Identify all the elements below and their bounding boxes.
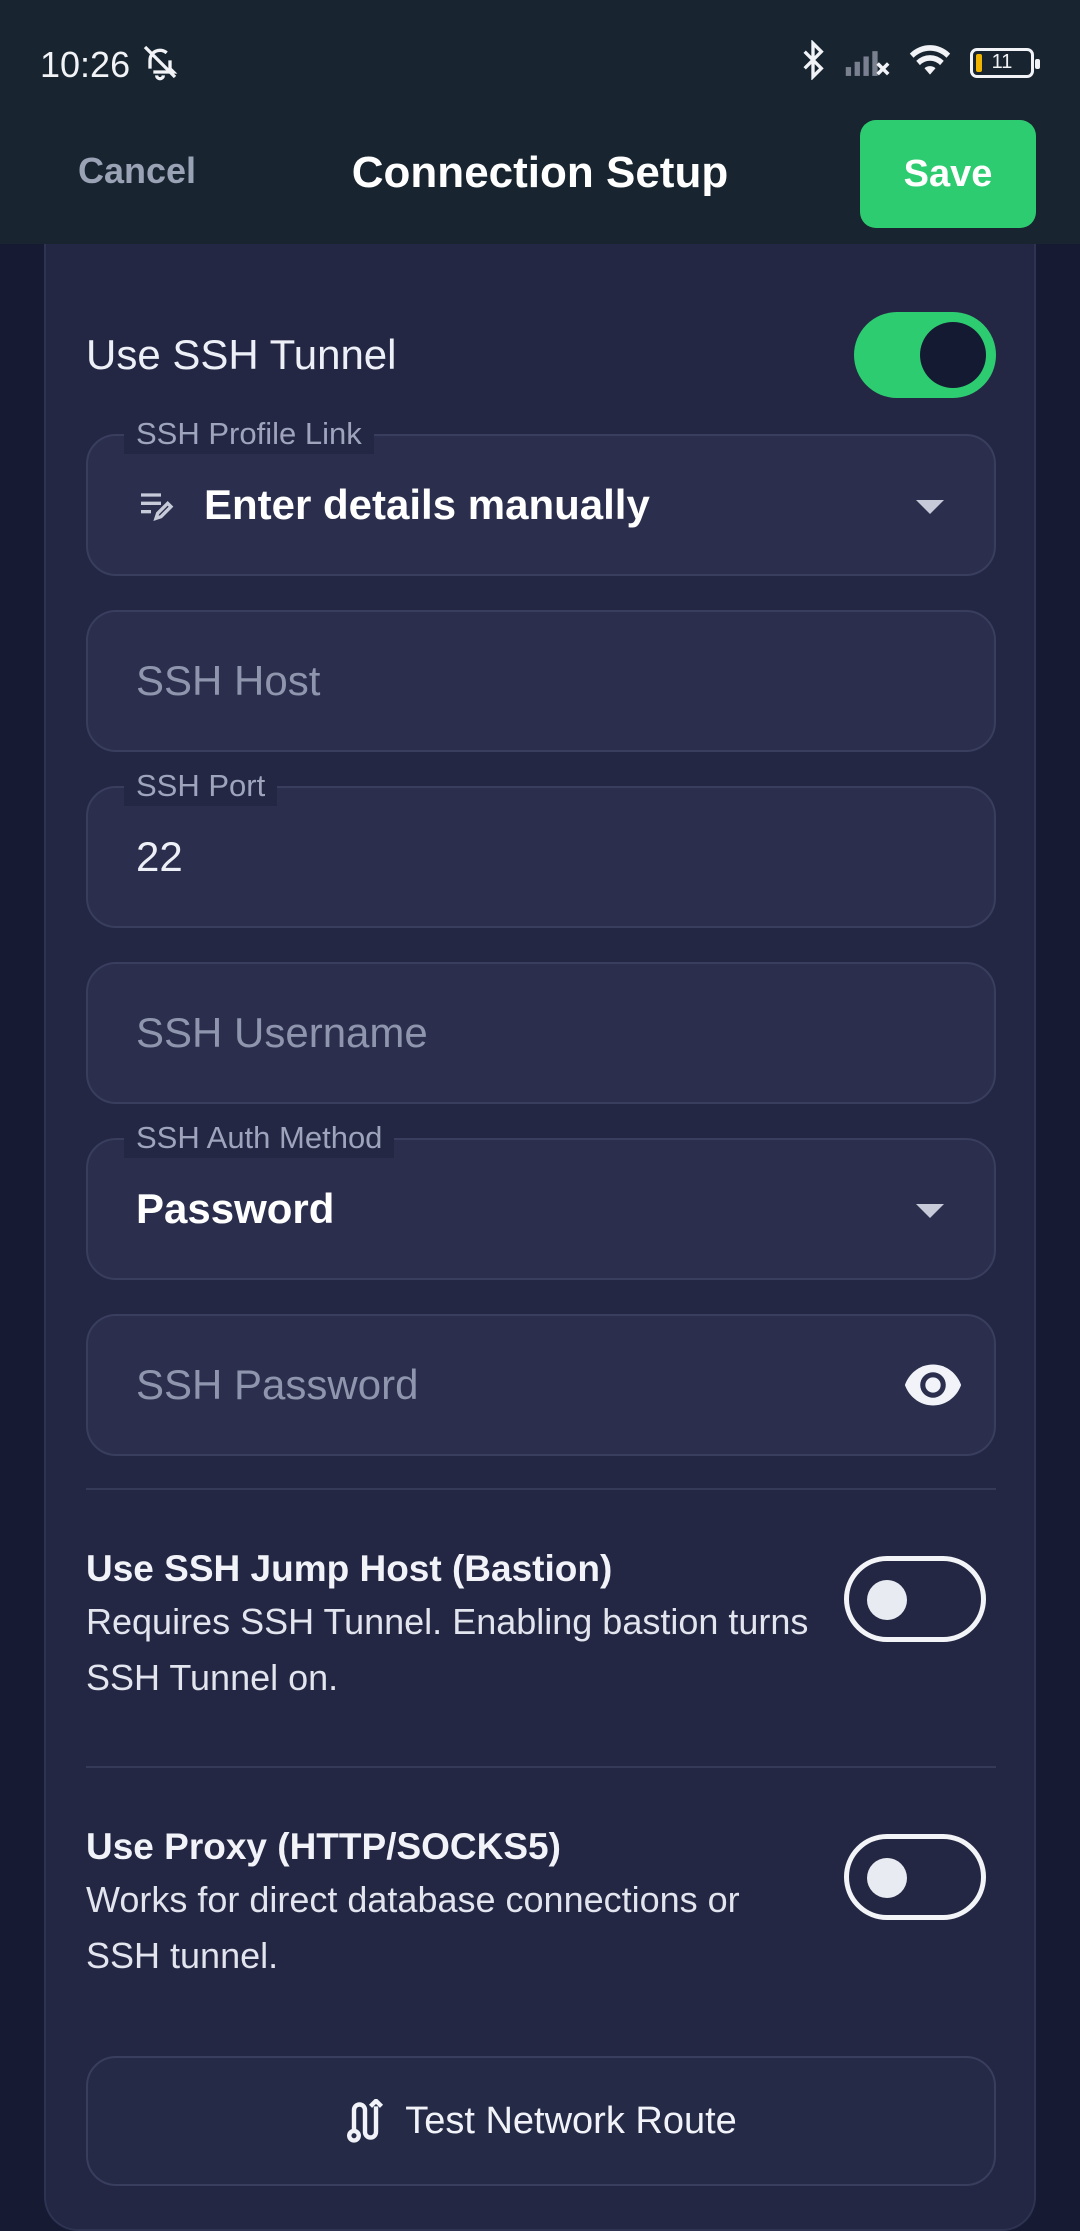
battery-level: 11 xyxy=(991,51,1013,73)
ssh-port-value: 22 xyxy=(136,833,183,880)
ssh-settings-card: Use SSH Tunnel SSH Profile Link Enter de… xyxy=(44,244,1036,2231)
ssh-password-placeholder: SSH Password xyxy=(136,1361,419,1408)
ssh-auth-method-label: SSH Auth Method xyxy=(124,1118,395,1158)
jump-host-row: Use SSH Jump Host (Bastion) Requires SSH… xyxy=(86,1548,996,1706)
eye-icon[interactable] xyxy=(902,1362,964,1408)
signal-icon xyxy=(844,42,890,83)
ssh-profile-link-select[interactable]: SSH Profile Link Enter details manually xyxy=(86,414,996,576)
use-ssh-tunnel-row: Use SSH Tunnel xyxy=(86,312,996,398)
ssh-port-label: SSH Port xyxy=(124,766,278,806)
save-button[interactable]: Save xyxy=(860,120,1036,228)
app-bar: Cancel Connection Setup Save xyxy=(0,120,1080,244)
chevron-down-icon xyxy=(916,1204,944,1218)
proxy-toggle[interactable] xyxy=(844,1834,986,1920)
ssh-auth-method-value: Password xyxy=(136,1185,335,1232)
ssh-port-input[interactable]: SSH Port 22 xyxy=(86,766,996,928)
edit-note-icon xyxy=(136,485,176,525)
ssh-username-placeholder: SSH Username xyxy=(136,1009,428,1056)
battery-icon: 11 xyxy=(970,47,1040,78)
ssh-username-input[interactable]: SSH Username xyxy=(86,962,996,1104)
bell-muted-icon xyxy=(140,42,180,87)
proxy-row: Use Proxy (HTTP/SOCKS5) Works for direct… xyxy=(86,1826,996,1984)
bluetooth-icon xyxy=(800,39,826,85)
wifi-icon xyxy=(908,43,952,82)
divider xyxy=(86,1488,996,1490)
test-network-route-button[interactable]: Test Network Route xyxy=(86,2056,996,2186)
ssh-host-placeholder: SSH Host xyxy=(136,657,321,704)
route-icon xyxy=(345,2099,385,2143)
ssh-host-input[interactable]: SSH Host xyxy=(86,610,996,752)
test-network-route-label: Test Network Route xyxy=(405,2099,737,2142)
ssh-auth-method-select[interactable]: SSH Auth Method Password xyxy=(86,1118,996,1280)
chevron-down-icon xyxy=(916,500,944,514)
use-ssh-tunnel-label: Use SSH Tunnel xyxy=(86,331,397,378)
use-ssh-tunnel-toggle[interactable] xyxy=(854,312,996,398)
ssh-profile-link-label: SSH Profile Link xyxy=(124,414,374,454)
status-time: 10:26 xyxy=(40,44,131,85)
ssh-profile-link-value: Enter details manually xyxy=(204,481,650,528)
ssh-password-input[interactable]: SSH Password xyxy=(86,1314,996,1456)
status-bar: 10:26 11 xyxy=(0,0,1080,120)
proxy-description: Works for direct database connections or… xyxy=(86,1879,740,1976)
divider xyxy=(86,1766,996,1768)
jump-host-toggle[interactable] xyxy=(844,1556,986,1642)
jump-host-description: Requires SSH Tunnel. Enabling bastion tu… xyxy=(86,1601,809,1698)
